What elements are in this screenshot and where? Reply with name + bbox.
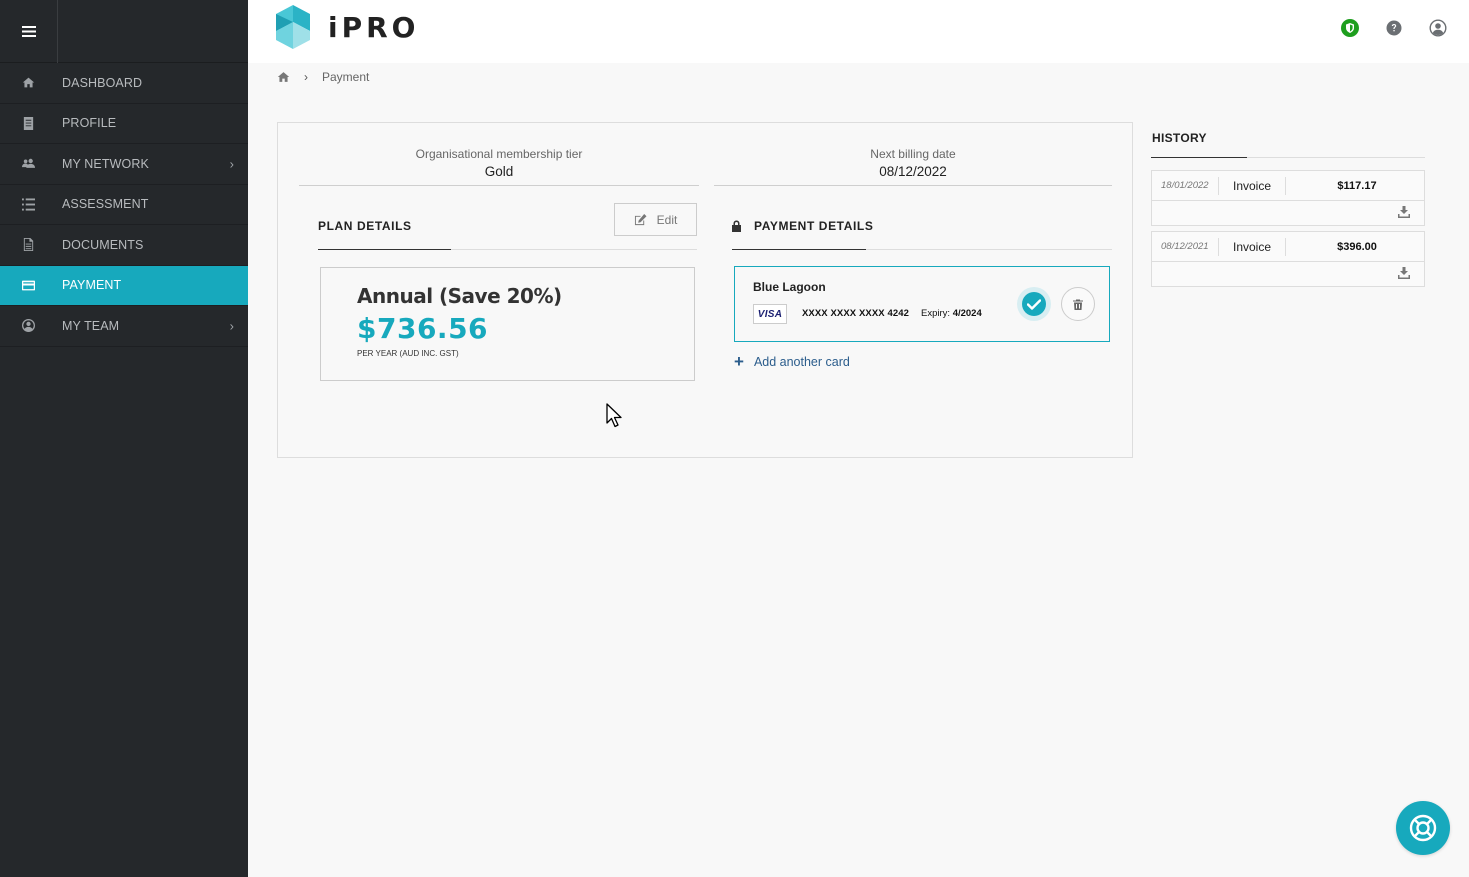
card-expiry: Expiry: 4/2024 [921,308,982,319]
saved-card[interactable]: Blue Lagoon VISA XXXX XXXX XXXX 4242 Exp… [734,266,1110,342]
header-actions [1341,19,1447,37]
home-icon[interactable] [277,71,290,83]
delete-card-button[interactable] [1061,287,1095,321]
mouse-pointer-icon [606,403,622,428]
list-icon [0,198,62,211]
breadcrumb: › Payment [277,70,369,84]
document-icon [0,116,62,130]
sidebar-item-assessment[interactable]: ASSESSMENT [0,185,248,225]
history-title: HISTORY [1152,131,1207,145]
sidebar-item-my-network[interactable]: MY NETWORK › [0,144,248,185]
hamburger-menu-icon[interactable] [0,0,58,63]
history-amount: $396.00 [1337,240,1377,253]
history-download-row [1152,201,1424,225]
support-lifebuoy-button[interactable] [1396,801,1450,855]
card-name: Blue Lagoon [753,280,826,294]
history-row: 18/01/2022 Invoice $117.17 [1152,171,1424,201]
sidebar-header [0,0,248,63]
next-billing-label: Next billing date [870,147,956,161]
account-icon[interactable] [1429,19,1447,37]
payment-details-title: PAYMENT DETAILS [754,219,874,233]
help-icon[interactable] [1385,19,1403,37]
history-download-row [1152,262,1424,286]
credit-card-icon [0,279,62,292]
logo[interactable]: iPRO [276,5,419,49]
chevron-right-icon: › [229,318,234,334]
payment-details-underline [732,249,1112,250]
shield-status-icon[interactable] [1341,19,1359,37]
sidebar-item-my-team[interactable]: MY TEAM › [0,306,248,347]
download-icon[interactable] [1398,206,1410,218]
card-expiry-value: 4/2024 [952,308,982,319]
sidebar: DASHBOARD PROFILE MY NETWORK › ASSESSMEN… [0,0,248,877]
history-date: 08/12/2021 [1152,237,1219,256]
card-number: XXXX XXXX XXXX 4242 [802,308,909,319]
brand-name: iPRO [328,10,420,44]
sidebar-item-label: DASHBOARD [62,75,143,90]
history-amount: $117.17 [1337,179,1377,192]
sidebar-nav: DASHBOARD PROFILE MY NETWORK › ASSESSMEN… [0,63,248,347]
plan-name: Annual (Save 20%) [357,284,562,308]
plan-details-title: PLAN DETAILS [318,219,412,233]
sidebar-item-documents[interactable]: DOCUMENTS [0,225,248,266]
plan-period: PER YEAR (AUD INC. GST) [357,349,459,358]
edit-label: Edit [656,212,678,227]
history-row: 08/12/2021 Invoice $396.00 [1152,232,1424,262]
sidebar-item-label: ASSESSMENT [62,197,149,212]
history-underline [1151,157,1425,158]
users-icon [0,157,62,170]
chevron-right-icon: › [229,156,234,172]
sidebar-item-label: PAYMENT [62,278,122,293]
history-type: Invoice [1219,237,1286,256]
history-item: 08/12/2021 Invoice $396.00 [1151,231,1425,287]
home-icon [0,76,62,89]
trash-icon [1073,299,1083,310]
divider [714,185,1112,186]
default-card-check-button[interactable] [1017,287,1051,321]
history-date: 18/01/2022 [1152,176,1219,195]
plan-card: Annual (Save 20%) $736.56 PER YEAR (AUD … [320,267,695,381]
sidebar-item-profile[interactable]: PROFILE [0,104,248,144]
divider [299,185,699,186]
payment-panel: Organisational membership tier Gold Next… [277,122,1133,458]
download-icon[interactable] [1398,267,1410,279]
sidebar-item-dashboard[interactable]: DASHBOARD [0,63,248,104]
membership-tier-label: Organisational membership tier [415,147,583,161]
next-billing: Next billing date 08/12/2022 [714,147,1112,179]
history-type: Invoice [1219,176,1286,195]
edit-icon [634,213,647,225]
breadcrumb-current: Payment [322,70,370,84]
membership-tier-value: Gold [484,164,514,179]
visa-logo-icon: VISA [753,304,787,324]
plan-details-underline [318,249,697,250]
checkmark-icon [1022,292,1046,316]
lock-icon [732,220,741,232]
membership-tier: Organisational membership tier Gold [299,147,699,179]
top-header: iPRO [248,0,1469,63]
sidebar-item-label: PROFILE [62,116,117,131]
plus-icon: + [734,352,744,371]
sidebar-item-label: MY TEAM [62,318,120,333]
breadcrumb-separator: › [304,70,308,84]
edit-plan-button[interactable]: Edit [614,203,697,236]
add-card-link[interactable]: + Add another card [734,353,850,370]
sidebar-item-payment[interactable]: PAYMENT [0,265,248,306]
card-expiry-label: Expiry: [921,308,951,319]
history-item: 18/01/2022 Invoice $117.17 [1151,170,1425,226]
plan-price: $736.56 [357,312,489,345]
add-card-label: Add another card [753,354,850,369]
next-billing-value: 08/12/2022 [879,164,947,179]
user-circle-icon [0,319,62,333]
file-icon [0,238,62,252]
sidebar-item-label: MY NETWORK [62,156,149,171]
sidebar-item-label: DOCUMENTS [62,237,144,252]
lifebuoy-icon [1409,814,1437,842]
ipro-logo-icon [276,5,310,49]
